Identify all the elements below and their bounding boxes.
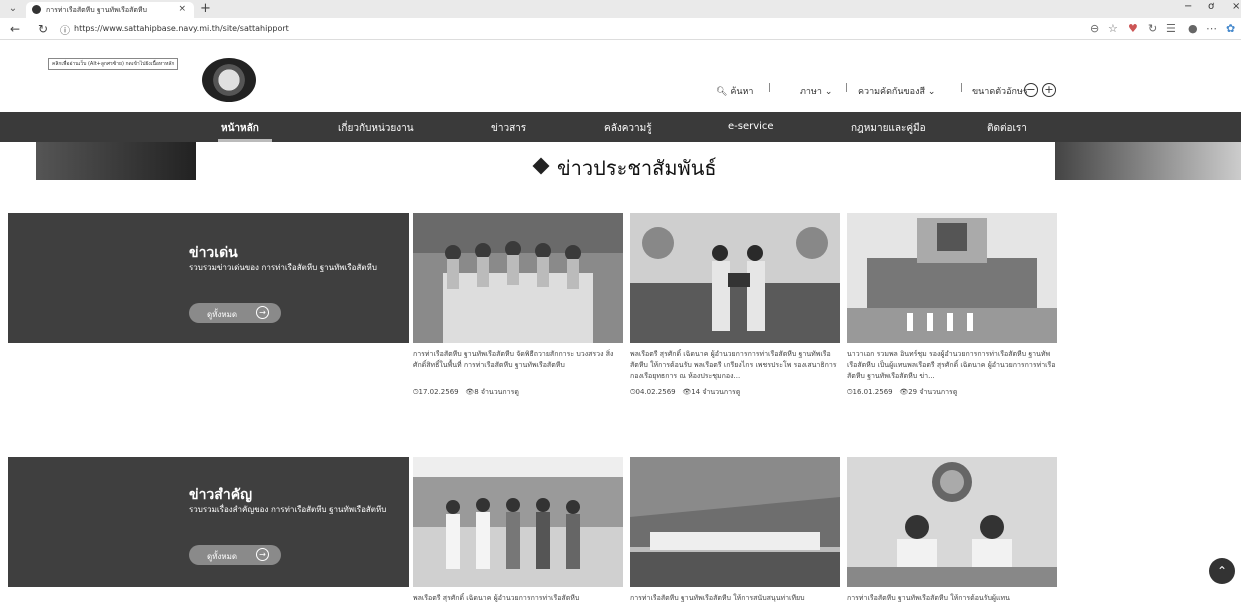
- tab-close-icon[interactable]: ×: [178, 4, 186, 14]
- favicon-icon: [32, 5, 41, 14]
- refresh-extension-icon[interactable]: ↻: [1148, 22, 1157, 35]
- section-title-text: ข่าวประชาสัมพันธ์: [557, 156, 717, 180]
- diamond-icon: [532, 157, 550, 175]
- minimize-button[interactable]: −: [1184, 1, 1192, 12]
- nav-item-about[interactable]: เกี่ยวกับหน่วยงาน: [338, 121, 414, 136]
- news-views: 14 จำนวนการดู: [691, 388, 741, 396]
- profile-avatar-icon[interactable]: ●: [1188, 22, 1198, 35]
- news-date: 17.02.2569: [418, 388, 459, 396]
- news-headline[interactable]: นาวาเอก รวมพล อินทร์ชุม รองผู้อำนวยการกา…: [847, 349, 1057, 384]
- section-title: ข่าวประชาสัมพันธ์: [532, 152, 717, 184]
- chevron-down-icon: ⌄: [927, 87, 936, 97]
- contrast-label: ความคัดกันของสี: [858, 87, 925, 97]
- ceremony-photo: [413, 213, 623, 343]
- close-window-button[interactable]: ×: [1232, 1, 1240, 12]
- news-headline[interactable]: พลเรือตรี สุรศักดิ์ เฉิดนาค ผู้อำนวยการก…: [413, 593, 623, 602]
- new-tab-button[interactable]: +: [200, 1, 211, 16]
- eye-icon: 👁︎: [682, 388, 692, 396]
- news-headline[interactable]: พลเรือตรี สุรศักดิ์ เฉิดนาค ผู้อำนวยการก…: [630, 349, 840, 384]
- favorites-bar-icon[interactable]: ☰: [1166, 22, 1176, 35]
- news-thumbnail[interactable]: [630, 213, 840, 343]
- news-thumbnail[interactable]: [413, 457, 623, 587]
- divider: |: [960, 83, 964, 93]
- nav-item-contact[interactable]: ติดต่อเรา: [987, 121, 1027, 136]
- nav-item-eservice[interactable]: e-service: [728, 121, 774, 132]
- browser-tab[interactable]: การท่าเรือสัตหีบ ฐานทัพเรือสัตหีบ ×: [26, 2, 194, 18]
- scroll-to-top-button[interactable]: ⌃: [1209, 558, 1235, 584]
- eye-icon: 👁︎: [899, 388, 909, 396]
- nav-item-news[interactable]: ข่าวสาร: [491, 121, 526, 136]
- eye-icon: 👁︎: [465, 388, 475, 396]
- arrow-right-icon: →: [256, 548, 269, 561]
- chevron-up-icon: ⌃: [1216, 564, 1228, 578]
- chevron-down-icon: ⌄: [824, 87, 833, 97]
- divider: |: [845, 83, 849, 93]
- url-field[interactable]: ⓘ https://www.sattahipbase.navy.mi.th/si…: [60, 21, 1080, 37]
- banner-image-right: [1055, 142, 1241, 180]
- important-news-title: ข่าวสำคัญ: [189, 487, 252, 503]
- copilot-icon[interactable]: ✿: [1226, 22, 1235, 35]
- news-meta: 🕒︎16.01.2569 👁︎29 จำนวนการดู: [847, 387, 957, 398]
- url-text: https://www.sattahipbase.navy.mi.th/site…: [74, 24, 289, 33]
- award-photo: [630, 213, 840, 343]
- site-info-icon[interactable]: ⓘ: [60, 22, 70, 37]
- maximize-button[interactable]: ơ: [1208, 1, 1214, 12]
- important-news-panel: [8, 457, 409, 587]
- divider: |: [768, 83, 772, 93]
- group-photo: [413, 457, 623, 587]
- main-navigation: หน้าหลัก เกี่ยวกับหน่วยงาน ข่าวสาร คลังค…: [0, 112, 1241, 142]
- building-photo: [847, 213, 1057, 343]
- news-date: 16.01.2569: [852, 388, 893, 396]
- news-thumbnail[interactable]: [630, 457, 840, 587]
- nav-item-laws[interactable]: กฎหมายและคู่มือ: [851, 121, 926, 136]
- news-thumbnail[interactable]: [413, 213, 623, 343]
- address-bar-row: ← ↻ ⓘ https://www.sattahipbase.navy.mi.t…: [0, 18, 1241, 40]
- contrast-dropdown[interactable]: ความคัดกันของสี ⌄: [858, 84, 935, 98]
- featured-news-panel: [8, 213, 409, 343]
- more-menu-icon[interactable]: ⋯: [1206, 22, 1217, 35]
- banner-image-left: [36, 142, 196, 180]
- font-size-label: ขนาดตัวอักษร: [972, 87, 1028, 97]
- tab-title: การท่าเรือสัตหีบ ฐานทัพเรือสัตหีบ: [46, 6, 147, 14]
- featured-view-all-button[interactable]: ดูทั้งหมด →: [189, 303, 281, 323]
- back-arrow-icon[interactable]: ←: [10, 22, 20, 36]
- search-label: ค้นหา: [730, 87, 754, 97]
- tab-list-chevron-icon[interactable]: ⌄: [6, 3, 20, 15]
- meeting-photo: [847, 457, 1057, 587]
- font-increase-button[interactable]: +: [1042, 83, 1056, 97]
- nav-item-knowledge[interactable]: คลังความรู้: [604, 121, 652, 136]
- extension-icon[interactable]: ♥: [1128, 22, 1138, 35]
- news-meta: 🕒︎04.02.2569 👁︎14 จำนวนการดู: [630, 387, 740, 398]
- skip-to-content-tooltip[interactable]: คลิกเพื่ออ่านเว็บ (Alt+ลูกศรซ้าย) กดเข้า…: [48, 58, 179, 70]
- important-news-desc: รวบรวมเรื่องสำคัญของ การท่าเรือสัตหีบ ฐา…: [189, 505, 387, 514]
- news-date: 04.02.2569: [635, 388, 676, 396]
- search-link[interactable]: 🔍︎ ค้นหา: [716, 84, 753, 98]
- search-icon: 🔍︎: [716, 87, 728, 97]
- browser-tab-bar: ⌄ การท่าเรือสัตหีบ ฐานทัพเรือสัตหีบ × + …: [0, 0, 1241, 18]
- featured-news-desc: รวบรวมข่าวเด่นของ การท่าเรือสัตหีบ ฐานทั…: [189, 263, 377, 272]
- news-headline[interactable]: การท่าเรือสัตหีบ ฐานทัพเรือสัตหีบ จัดพิธ…: [413, 349, 623, 384]
- news-headline[interactable]: การท่าเรือสัตหีบ ฐานทัพเรือสัตหีบ ให้การ…: [630, 593, 840, 602]
- news-meta: 🕒︎17.02.2569 👁︎8 จำนวนการดู: [413, 387, 519, 398]
- nav-item-home[interactable]: หน้าหลัก: [221, 121, 259, 136]
- news-views: 29 จำนวนการดู: [908, 388, 958, 396]
- news-views: 8 จำนวนการดู: [474, 388, 519, 396]
- font-decrease-button[interactable]: −: [1024, 83, 1038, 97]
- arrow-right-icon: →: [256, 306, 269, 319]
- news-headline[interactable]: การท่าเรือสัตหีบ ฐานทัพเรือสัตหีบ ให้การ…: [847, 593, 1057, 602]
- view-all-label: ดูทั้งหมด: [207, 552, 238, 561]
- language-dropdown[interactable]: ภาษา ⌄: [800, 84, 832, 98]
- refresh-icon[interactable]: ↻: [38, 22, 48, 36]
- favorite-star-icon[interactable]: ☆: [1108, 22, 1118, 35]
- active-nav-indicator: [218, 139, 272, 142]
- reader-icon[interactable]: ⊖: [1090, 22, 1099, 35]
- featured-news-title: ข่าวเด่น: [189, 245, 238, 261]
- site-logo[interactable]: [202, 58, 256, 102]
- important-view-all-button[interactable]: ดูทั้งหมด →: [189, 545, 281, 565]
- ship-crew-photo: [630, 457, 840, 587]
- view-all-label: ดูทั้งหมด: [207, 310, 238, 319]
- language-label: ภาษา: [800, 87, 822, 97]
- news-thumbnail[interactable]: [847, 457, 1057, 587]
- news-thumbnail[interactable]: [847, 213, 1057, 343]
